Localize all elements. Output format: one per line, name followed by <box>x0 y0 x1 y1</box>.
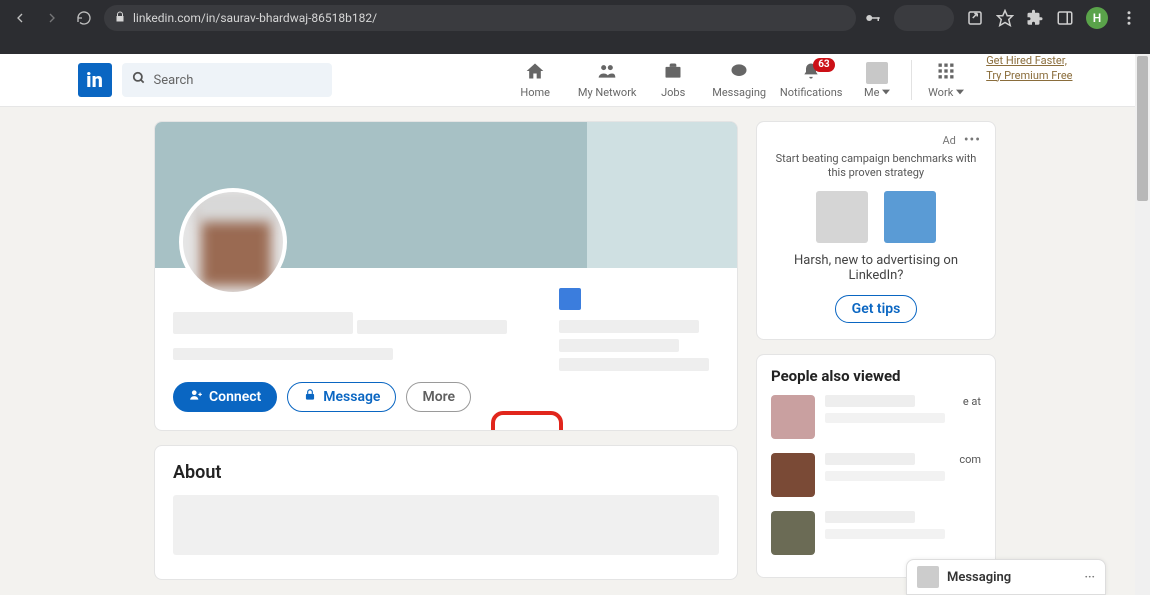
message-button[interactable]: Message <box>287 382 396 412</box>
reload-button[interactable] <box>72 6 96 30</box>
nav-network[interactable]: My Network <box>571 54 643 107</box>
star-icon[interactable] <box>996 9 1014 27</box>
me-avatar <box>866 62 888 84</box>
key-icon[interactable] <box>864 9 882 27</box>
nav-home[interactable]: Home <box>499 54 571 107</box>
ad-images <box>771 191 981 243</box>
grid-icon <box>936 61 956 84</box>
notification-badge: 63 <box>813 58 834 72</box>
extensions-icon[interactable] <box>1026 9 1044 27</box>
search-icon <box>132 71 146 89</box>
about-heading: About <box>173 462 719 483</box>
more-button[interactable]: More <box>406 382 471 412</box>
linkedin-topnav: in Search Home My Network J <box>0 54 1150 107</box>
pav-avatar <box>771 453 815 497</box>
profile-header-card: Connect Message More <box>154 121 738 431</box>
browser-profile-avatar[interactable]: H <box>1086 7 1108 29</box>
ad-cta-button[interactable]: Get tips <box>835 295 918 323</box>
nav-jobs[interactable]: Jobs <box>643 54 703 107</box>
lock-icon <box>114 11 126 26</box>
ad-image-2 <box>884 191 936 243</box>
chevron-down-icon <box>956 86 964 99</box>
identity-section <box>155 268 737 374</box>
back-button[interactable] <box>8 6 32 30</box>
pav-hint: e at <box>955 395 981 408</box>
promo-line1[interactable]: Get Hired Faster, <box>986 54 1072 67</box>
pav-row[interactable] <box>771 511 981 555</box>
pav-row[interactable]: e at <box>771 395 981 439</box>
chat-icon <box>729 61 749 84</box>
ad-menu-icon[interactable]: ••• <box>964 132 981 148</box>
chrome-actions-pill <box>894 5 954 31</box>
ad-image-1 <box>816 191 868 243</box>
ad-card: Ad ••• Start beating campaign benchmarks… <box>756 121 996 340</box>
chevron-down-icon <box>882 86 890 99</box>
forward-button[interactable] <box>40 6 64 30</box>
about-card: About <box>154 445 738 580</box>
promo-line2[interactable]: Try Premium Free <box>986 69 1072 82</box>
chrome-right-icons: H <box>864 5 1142 31</box>
nav-notifications[interactable]: 63 Notifications <box>775 54 847 107</box>
about-text-redacted <box>173 495 719 555</box>
experience-summary <box>559 288 719 371</box>
search-placeholder: Search <box>154 73 194 88</box>
premium-promo[interactable]: Get Hired Faster, Try Premium Free <box>976 54 1072 107</box>
people-icon <box>597 61 617 84</box>
linkedin-logo[interactable]: in <box>78 63 112 97</box>
browser-tab-strip <box>0 36 1150 54</box>
nav-items: Home My Network Jobs Messaging 63 <box>499 54 1072 107</box>
ad-question: Harsh, new to advertising on LinkedIn? <box>771 253 981 283</box>
ad-label: Ad <box>942 134 955 147</box>
profile-name-redacted <box>173 312 353 334</box>
pav-heading: People also viewed <box>771 367 981 385</box>
pav-avatar <box>771 511 815 555</box>
sidepanel-icon[interactable] <box>1056 9 1074 27</box>
pav-avatar <box>771 395 815 439</box>
people-also-viewed-card: People also viewed e at com <box>756 354 996 578</box>
scrollbar-thumb[interactable] <box>1137 56 1148 201</box>
connect-button[interactable]: Connect <box>173 382 277 412</box>
messaging-avatar <box>917 566 939 588</box>
scrollbar-track[interactable] <box>1135 54 1150 595</box>
home-icon <box>525 61 545 84</box>
pav-hint: com <box>955 453 981 466</box>
profile-actions: Connect Message More <box>155 374 737 430</box>
messaging-dock[interactable]: Messaging ··· <box>906 559 1106 595</box>
connect-icon <box>189 388 203 406</box>
nav-work[interactable]: Work <box>916 54 976 107</box>
search-input[interactable]: Search <box>122 63 332 97</box>
browser-chrome: linkedin.com/in/saurav-bhardwaj-86518b18… <box>0 0 1150 36</box>
share-icon[interactable] <box>966 9 984 27</box>
messaging-label: Messaging <box>947 570 1011 585</box>
ad-subtitle: Start beating campaign benchmarks with t… <box>771 152 981 181</box>
kebab-icon[interactable] <box>1120 9 1138 27</box>
page-viewport: in Search Home My Network J <box>0 54 1150 595</box>
messaging-menu-icon[interactable]: ··· <box>1084 570 1095 584</box>
pav-row[interactable]: com <box>771 453 981 497</box>
lock-icon <box>303 388 317 406</box>
nav-me[interactable]: Me <box>847 54 907 107</box>
profile-location-redacted <box>173 348 393 360</box>
nav-divider <box>911 60 912 100</box>
company-logo <box>559 288 581 310</box>
address-bar[interactable]: linkedin.com/in/saurav-bhardwaj-86518b18… <box>104 5 856 31</box>
url-text: linkedin.com/in/saurav-bhardwaj-86518b18… <box>133 11 377 25</box>
page-content: Connect Message More About <box>154 107 996 580</box>
profile-headline-redacted <box>357 320 507 334</box>
nav-messaging[interactable]: Messaging <box>703 54 775 107</box>
briefcase-icon <box>663 61 683 84</box>
